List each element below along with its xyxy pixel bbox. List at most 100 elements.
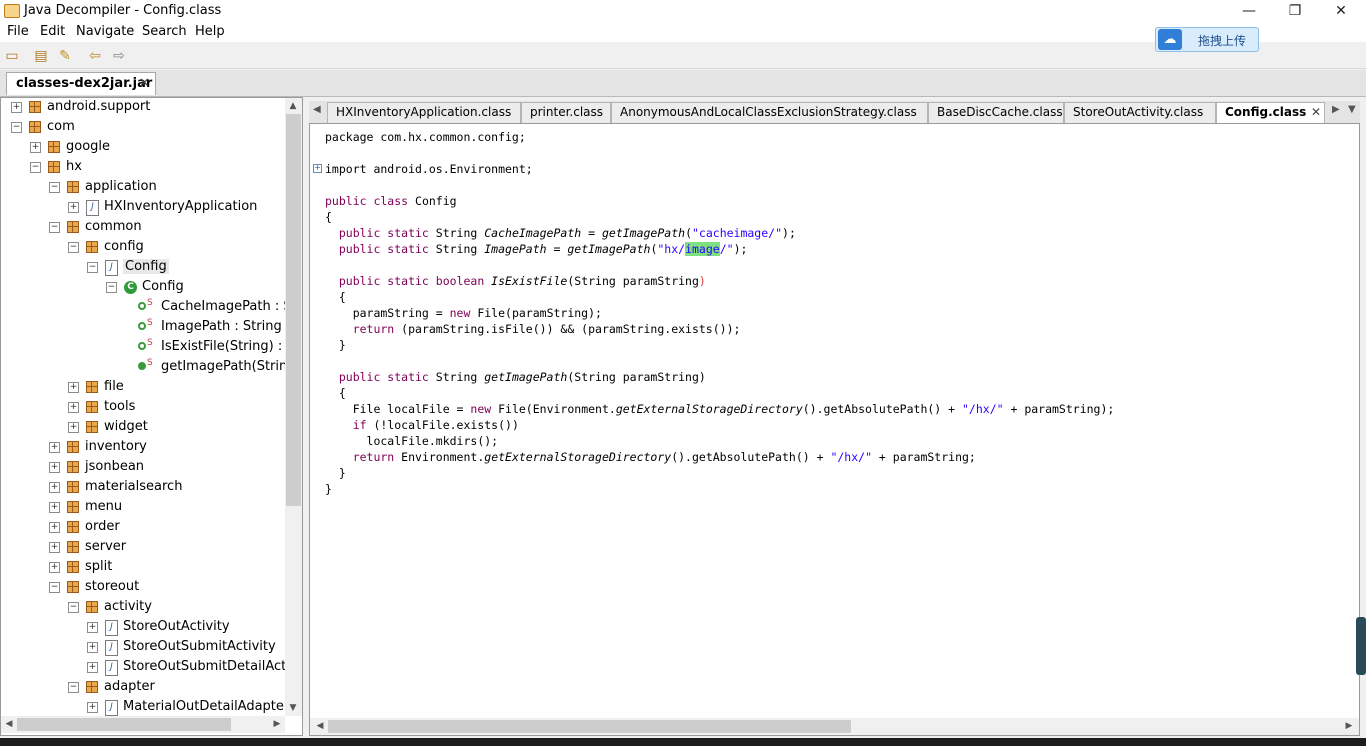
menu-file[interactable]: File (7, 24, 29, 39)
expand-icon[interactable]: + (87, 662, 98, 673)
tree-item[interactable]: − com (1, 118, 285, 138)
collapse-icon[interactable]: − (49, 222, 60, 233)
tree-item[interactable]: − hx (1, 158, 285, 178)
minimize-button[interactable]: — (1226, 0, 1272, 22)
tree-item[interactable]: + split (1, 558, 285, 578)
tab-basedisccache[interactable]: BaseDiscCache.class (928, 102, 1064, 123)
tree-item[interactable]: − application (1, 178, 285, 198)
tab-close-icon[interactable]: ✕ (1311, 105, 1321, 119)
expand-icon[interactable]: + (49, 522, 60, 533)
close-button[interactable]: ✕ (1318, 0, 1364, 22)
tree-item[interactable]: − J Config (1, 258, 285, 278)
collapse-icon[interactable]: − (68, 682, 79, 693)
tree-item[interactable]: + J HXInventoryApplication (1, 198, 285, 218)
file-tab[interactable]: classes-dex2jar.jar ✕ (6, 72, 156, 95)
tree-item[interactable]: + widget (1, 418, 285, 438)
tree-vertical-scrollbar[interactable]: ▲ ▼ (285, 98, 302, 716)
scroll-right-icon[interactable]: ▶ (1341, 718, 1357, 734)
collapse-icon[interactable]: − (49, 582, 60, 593)
tree-item[interactable]: + J StoreOutActivity (1, 618, 285, 638)
expand-icon[interactable]: + (87, 642, 98, 653)
code-editor[interactable]: + package com.hx.common.config; import an… (309, 123, 1360, 736)
cloud-upload-button[interactable]: ☁ 拖拽上传 (1155, 27, 1259, 52)
collapse-icon[interactable]: − (87, 262, 98, 273)
tree-item[interactable]: − storeout (1, 578, 285, 598)
file-tab-close-icon[interactable]: ✕ (139, 76, 150, 91)
edit-icon[interactable]: ✎ (56, 47, 74, 65)
tree-item[interactable]: − config (1, 238, 285, 258)
collapse-icon[interactable]: − (106, 282, 117, 293)
scroll-up-icon[interactable]: ▲ (285, 98, 301, 114)
tree-item[interactable]: S IsExistFile(String) : bc (1, 338, 302, 358)
tab-storeoutactivity[interactable]: StoreOutActivity.class (1064, 102, 1216, 123)
collapse-icon[interactable]: − (68, 602, 79, 613)
side-handle[interactable] (1356, 617, 1366, 675)
tree-item[interactable]: − C Config (1, 278, 285, 298)
tree-scroll-thumb[interactable] (286, 114, 301, 506)
menu-help[interactable]: Help (195, 24, 225, 39)
expand-icon[interactable]: + (49, 542, 60, 553)
expand-icon[interactable]: + (11, 102, 22, 113)
tree-item[interactable]: + android.support (1, 98, 285, 118)
open-folder-icon[interactable]: ▤ (32, 47, 50, 65)
tree-item[interactable]: SgetImagePath(String) (1, 358, 301, 378)
fold-expand-icon[interactable]: + (313, 164, 322, 173)
collapse-icon[interactable]: − (49, 182, 60, 193)
tree-item[interactable]: + menu (1, 498, 285, 518)
expand-icon[interactable]: + (49, 462, 60, 473)
expand-icon[interactable]: + (87, 622, 98, 633)
tree-item[interactable]: + jsonbean (1, 458, 285, 478)
tree-item[interactable]: + inventory (1, 438, 285, 458)
tree-item[interactable]: + tools (1, 398, 285, 418)
tree-item[interactable]: + J StoreOutSubmitDetailActivit (1, 658, 302, 678)
tab-config[interactable]: Config.class ✕ (1216, 102, 1325, 123)
tab-scroll-right-icon[interactable]: ▶ (1332, 104, 1340, 115)
collapse-icon[interactable]: − (68, 242, 79, 253)
collapse-icon[interactable]: − (30, 162, 41, 173)
expand-icon[interactable]: + (49, 562, 60, 573)
scroll-left-icon[interactable]: ◀ (1, 716, 17, 732)
tree-item[interactable]: + materialsearch (1, 478, 285, 498)
expand-icon[interactable]: + (68, 382, 79, 393)
expand-icon[interactable]: + (68, 402, 79, 413)
tab-list-dropdown-icon[interactable]: ▼ (1348, 104, 1356, 115)
tree-item[interactable]: S ImagePath : String (1, 318, 285, 338)
expand-icon[interactable]: + (68, 202, 79, 213)
expand-icon[interactable]: + (87, 702, 98, 713)
expand-icon[interactable]: + (49, 442, 60, 453)
open-file-icon[interactable]: ▭ (3, 47, 21, 65)
tab-printer[interactable]: printer.class (521, 102, 611, 123)
expand-icon[interactable]: + (49, 482, 60, 493)
scroll-down-icon[interactable]: ▼ (285, 700, 301, 716)
package-tree-panel[interactable]: + android.support − com + google − hx − applicati… (0, 97, 303, 736)
menu-edit[interactable]: Edit (40, 24, 65, 39)
scroll-left-icon[interactable]: ◀ (312, 718, 328, 734)
tree-item[interactable]: − common (1, 218, 285, 238)
menu-search[interactable]: Search (142, 24, 187, 39)
tree-item[interactable]: − adapter (1, 678, 285, 698)
collapse-icon[interactable]: − (11, 122, 22, 133)
tab-anonymous-strategy[interactable]: AnonymousAndLocalClassExclusionStrategy.… (611, 102, 928, 123)
expand-icon[interactable]: + (49, 502, 60, 513)
expand-icon[interactable]: + (68, 422, 79, 433)
back-arrow-icon[interactable]: ⇦ (86, 47, 104, 65)
code-hscroll-thumb[interactable] (328, 720, 851, 733)
tree-item[interactable]: + J StoreOutSubmitActivity (1, 638, 285, 658)
tree-item[interactable]: + google (1, 138, 285, 158)
tree-item[interactable]: + J MaterialOutDetailAdapter (1, 698, 289, 718)
forward-arrow-icon[interactable]: ⇨ (110, 47, 128, 65)
tree-horizontal-scrollbar[interactable]: ◀ ▶ (1, 716, 285, 733)
tree-item[interactable]: + file (1, 378, 285, 398)
tab-hxinventoryapplication[interactable]: HXInventoryApplication.class (327, 102, 521, 123)
tree-hscroll-thumb[interactable] (17, 718, 231, 731)
code-horizontal-scrollbar[interactable]: ◀ ▶ (310, 718, 1359, 735)
scroll-right-icon[interactable]: ▶ (269, 716, 285, 732)
tree-item[interactable]: − activity (1, 598, 285, 618)
tree-item[interactable]: + order (1, 518, 285, 538)
tree-item[interactable]: S CacheImagePath : Str (1, 298, 302, 318)
tab-scroll-left-icon[interactable]: ◀ (313, 104, 321, 115)
expand-icon[interactable]: + (30, 142, 41, 153)
tree-item[interactable]: + server (1, 538, 285, 558)
restore-button[interactable]: ❐ (1272, 0, 1318, 22)
menu-navigate[interactable]: Navigate (76, 24, 134, 39)
